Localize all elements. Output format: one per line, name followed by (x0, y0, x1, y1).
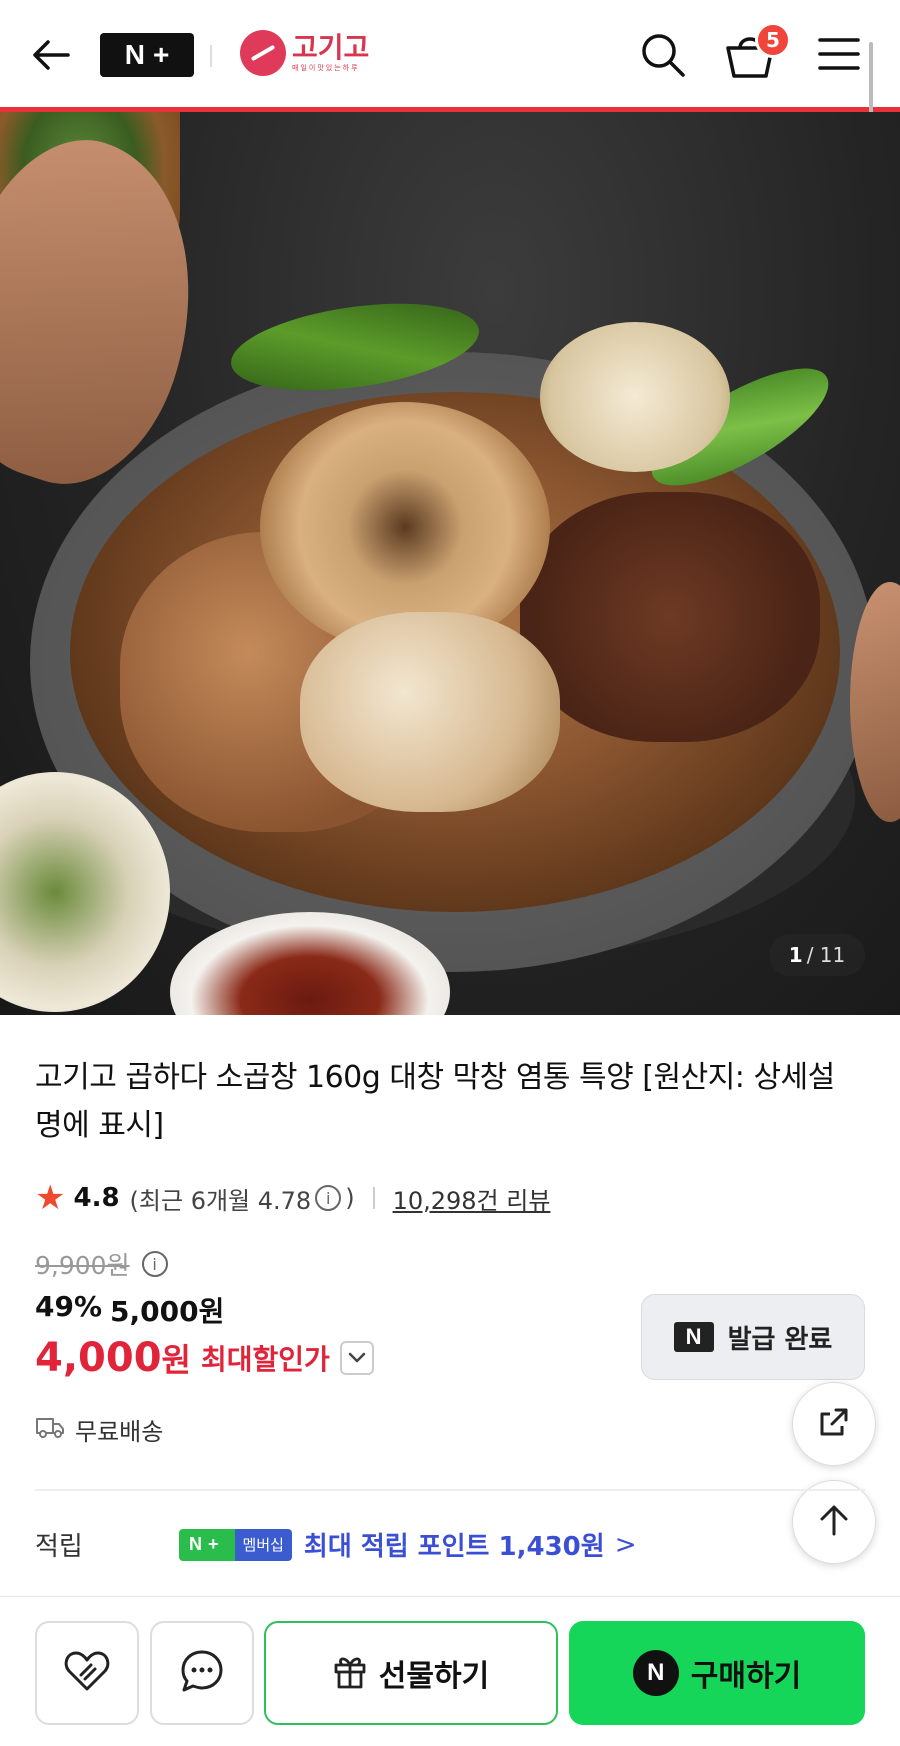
membership-text: 멤버십 (234, 1528, 292, 1561)
bottom-action-bar: 선물하기 N 구매하기 (0, 1596, 900, 1746)
grilled-gopchang (300, 612, 560, 812)
recent-rating-close: ) (345, 1184, 355, 1212)
rating-row: ★ 4.8 (최근 6개월 4.78 i ) 10,298건 리뷰 (35, 1178, 550, 1218)
hamburger-menu-icon[interactable] (816, 34, 862, 74)
membership-np: N+ (179, 1528, 235, 1561)
shipping-text: 무료배송 (75, 1418, 164, 1446)
product-title: 고기고 곱하다 소곱창 160g 대창 막창 염통 특양 [원산지: 상세설명에… (35, 1060, 835, 1143)
info-icon[interactable]: i (315, 1185, 342, 1211)
sale-price: 5,000원 (110, 1295, 225, 1328)
coupon-issued-button[interactable]: N 발급 완료 (641, 1294, 865, 1380)
share-button[interactable] (792, 1382, 876, 1466)
image-current: 1 (788, 943, 803, 967)
points-label: 적립 (35, 1532, 83, 1562)
final-price-row: 4,000 원 최대할인가 (35, 1335, 374, 1381)
rating-divider (372, 1187, 375, 1209)
chevron-down-icon[interactable] (339, 1341, 374, 1375)
final-price: 4,000 (35, 1335, 162, 1381)
scroll-to-top-button[interactable] (792, 1480, 876, 1564)
section-divider (35, 1489, 865, 1491)
naver-plus-logo[interactable]: N + (100, 33, 194, 77)
chat-bubble-icon (179, 1648, 225, 1698)
coupon-label: 발급 완료 (727, 1324, 833, 1355)
review-count-link[interactable]: 10,298건 리뷰 (393, 1181, 551, 1216)
rating-value: 4.8 (73, 1183, 120, 1213)
max-points-text: 최대 적립 포인트 1,430원 (303, 1532, 605, 1562)
original-price: 9,900원 (35, 1251, 130, 1280)
grilled-heart (520, 492, 820, 742)
gift-icon (333, 1653, 367, 1693)
cart-count-badge: 5 (755, 22, 791, 58)
final-price-label: 최대할인가 (200, 1343, 330, 1376)
recent-rating: (최근 6개월 4.78 (129, 1186, 312, 1215)
top-header: N + 고기고 매일이맛있는하루 5 (0, 0, 900, 112)
like-button[interactable] (35, 1621, 139, 1725)
header-divider (210, 45, 212, 67)
back-arrow-icon[interactable] (28, 32, 74, 78)
talk-button[interactable] (150, 1621, 254, 1725)
points-row[interactable]: 적립 N+ 멤버십 최대 적립 포인트 1,430원 > (35, 1526, 636, 1563)
naver-n-icon: N (673, 1322, 714, 1352)
store-slogan: 매일이맛있는하루 (292, 64, 360, 72)
buy-button[interactable]: N 구매하기 (569, 1621, 865, 1725)
final-price-unit: 원 (161, 1341, 191, 1379)
heart-icon (63, 1649, 111, 1697)
naver-plus-membership-badge: N+ 멤버십 (179, 1528, 292, 1561)
store-name: 고기고 (292, 31, 370, 64)
image-counter: 1 / 11 (769, 934, 865, 976)
search-icon[interactable] (638, 30, 688, 80)
arrow-up-icon (816, 1502, 852, 1542)
discount-rate: 49% (35, 1290, 103, 1323)
original-price-row: 9,900원 i (35, 1246, 172, 1282)
gift-button[interactable]: 선물하기 (264, 1621, 558, 1725)
naver-plus-plus: + (152, 39, 170, 70)
chevron-right-icon: > (614, 1529, 637, 1560)
gift-label: 선물하기 (378, 1659, 490, 1694)
shipping-row: 무료배송 (35, 1412, 163, 1447)
grilled-onion (540, 322, 730, 472)
sale-price-row: 49% 5,000원 (35, 1290, 224, 1330)
product-image-gallery[interactable] (0, 112, 900, 1015)
truck-icon (35, 1415, 65, 1445)
share-icon (814, 1402, 854, 1446)
star-icon: ★ (35, 1178, 66, 1218)
store-logo-icon (240, 30, 286, 76)
buy-label: 구매하기 (690, 1659, 802, 1694)
price-info-icon[interactable]: i (141, 1251, 168, 1277)
naver-pay-icon: N (632, 1650, 679, 1696)
store-brand[interactable]: 고기고 매일이맛있는하루 (240, 30, 369, 76)
naver-plus-n: N (124, 39, 145, 70)
image-total: / 11 (806, 943, 846, 967)
